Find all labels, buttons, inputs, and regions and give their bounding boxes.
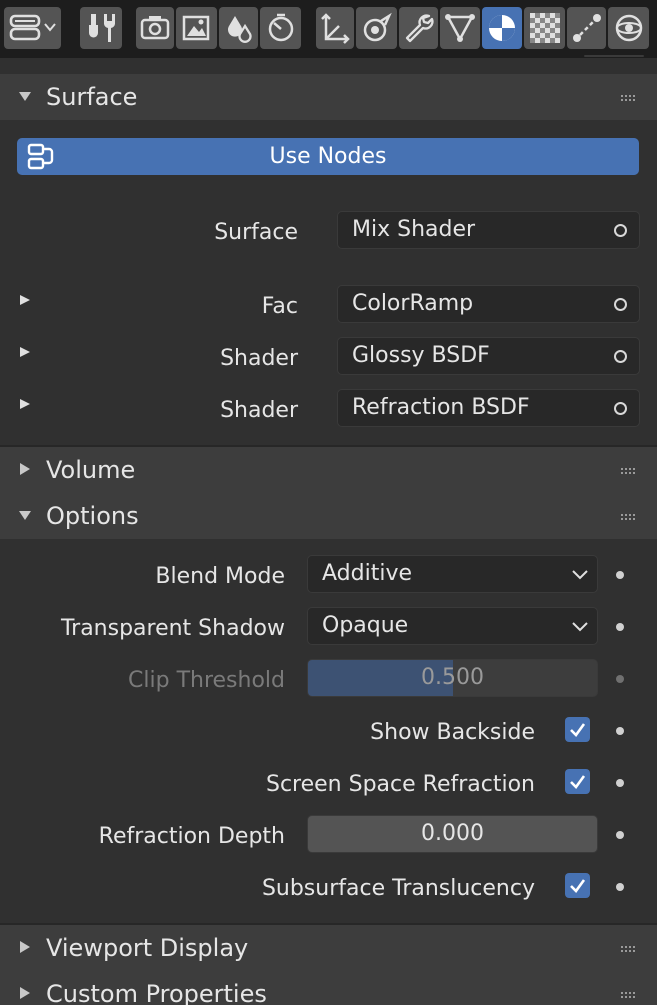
input-field-shader-1[interactable]: Glossy BSDF [337, 337, 640, 375]
screen-space-refraction-checkbox[interactable] [565, 769, 590, 794]
refraction-depth-label: Refraction Depth [98, 824, 285, 849]
input-value: Refraction BSDF [352, 395, 530, 420]
blend-mode-label: Blend Mode [155, 564, 285, 589]
refraction-depth-value: 0.000 [421, 821, 484, 846]
drag-grip-icon[interactable] [621, 95, 635, 101]
input-value: Glossy BSDF [352, 343, 490, 368]
material-properties-icon [489, 15, 515, 41]
expand-triangle-icon [20, 987, 30, 999]
tab-object[interactable] [316, 7, 354, 49]
show-backside-checkbox[interactable] [565, 717, 590, 742]
keyframe-dot-icon[interactable] [616, 779, 624, 787]
drag-grip-icon[interactable] [621, 468, 635, 474]
tab-output[interactable] [176, 7, 217, 49]
surface-label: Surface [214, 220, 298, 245]
drag-grip-icon[interactable] [621, 946, 635, 952]
clip-threshold-label: Clip Threshold [128, 668, 285, 693]
editor-type-button[interactable] [4, 7, 61, 49]
modifier-properties-icon [405, 14, 434, 43]
socket-icon [614, 350, 627, 363]
tab-tool[interactable] [80, 7, 122, 49]
physics-properties-icon [363, 12, 392, 42]
transparent-shadow-dropdown[interactable]: Opaque [307, 607, 598, 645]
collapse-triangle-icon [19, 511, 31, 520]
texture-properties-icon [529, 13, 560, 43]
clip-threshold-value: 0.500 [421, 665, 484, 690]
tab-material[interactable] [482, 7, 522, 49]
options-panel-header[interactable]: Options [0, 493, 657, 539]
socket-icon [614, 224, 627, 237]
input-field-fac[interactable]: ColorRamp [337, 285, 640, 323]
panel-title: Custom Properties [46, 980, 267, 1005]
input-field-shader-2[interactable]: Refraction BSDF [337, 389, 640, 427]
surface-shader-value: Mix Shader [352, 217, 476, 242]
subsurface-translucency-label: Subsurface Translucency [261, 876, 535, 901]
blend-mode-dropdown[interactable]: Additive [307, 555, 598, 593]
checkmark-icon [570, 723, 586, 737]
tab-texture[interactable] [524, 7, 565, 49]
panel-title: Surface [46, 83, 138, 111]
show-backside-label: Show Backside [370, 720, 535, 745]
use-nodes-button[interactable]: Use Nodes [17, 138, 639, 175]
keyframe-dot-icon[interactable] [616, 623, 624, 631]
custom-properties-panel-header[interactable]: Custom Properties [0, 971, 657, 1005]
surface-shader-field[interactable]: Mix Shader [337, 211, 640, 249]
render-properties-icon [140, 16, 170, 40]
tab-bar-scroll-indicator [584, 55, 644, 57]
input-label-shader-2: Shader [220, 398, 298, 423]
editor-type-icon [9, 14, 56, 41]
tab-render[interactable] [136, 7, 174, 49]
tab-constraints[interactable] [567, 7, 606, 49]
expand-triangle-icon [20, 463, 30, 475]
tool-settings-icon [89, 14, 115, 42]
view-layer-properties-icon [227, 16, 252, 43]
input-label-shader-1: Shader [220, 346, 298, 371]
surface-panel-header[interactable]: Surface [0, 74, 657, 120]
keyframe-dot-icon[interactable] [616, 571, 624, 579]
viewport-display-panel-header[interactable]: Viewport Display [0, 925, 657, 971]
panel-title: Viewport Display [46, 934, 249, 962]
chevron-down-icon [572, 622, 588, 632]
tab-scene[interactable] [260, 7, 301, 49]
object-properties-icon [321, 13, 350, 44]
object-data-properties-icon [445, 14, 475, 42]
output-properties-icon [182, 15, 209, 41]
screen-space-refraction-label: Screen Space Refraction [265, 772, 535, 797]
checkmark-icon [570, 879, 586, 893]
refraction-depth-field[interactable]: 0.000 [307, 815, 598, 853]
keyframe-dot-icon[interactable] [616, 675, 624, 683]
collapse-triangle-icon [19, 92, 31, 101]
clip-threshold-slider[interactable]: 0.500 [307, 659, 598, 697]
input-label-fac: Fac [261, 294, 298, 319]
socket-icon [614, 402, 627, 415]
keyframe-dot-icon[interactable] [616, 831, 624, 839]
scene-properties-icon [268, 13, 293, 42]
tab-object-data[interactable] [440, 7, 480, 49]
properties-tab-bar [0, 0, 657, 58]
world-properties-icon [615, 14, 642, 42]
socket-icon [614, 298, 627, 311]
volume-panel-header[interactable]: Volume [0, 447, 657, 493]
transparent-shadow-value: Opaque [322, 613, 409, 638]
checkmark-icon [570, 775, 586, 789]
transparent-shadow-label: Transparent Shadow [60, 616, 285, 641]
keyframe-dot-icon[interactable] [616, 727, 624, 735]
tab-modifiers[interactable] [399, 7, 438, 49]
panel-title: Options [46, 502, 139, 530]
tab-physics[interactable] [356, 7, 397, 49]
chevron-down-icon [572, 570, 588, 580]
input-value: ColorRamp [352, 291, 474, 316]
keyframe-dot-icon[interactable] [616, 883, 624, 891]
blend-mode-value: Additive [322, 561, 412, 586]
tab-view-layer[interactable] [219, 7, 258, 49]
tab-world[interactable] [608, 7, 649, 49]
drag-grip-icon[interactable] [621, 992, 635, 998]
use-nodes-label: Use Nodes [269, 144, 387, 169]
panel-title: Volume [46, 456, 136, 484]
constraint-properties-icon [572, 14, 601, 42]
drag-grip-icon[interactable] [621, 514, 635, 520]
expand-triangle-icon [20, 941, 30, 953]
subsurface-translucency-checkbox[interactable] [565, 873, 590, 898]
